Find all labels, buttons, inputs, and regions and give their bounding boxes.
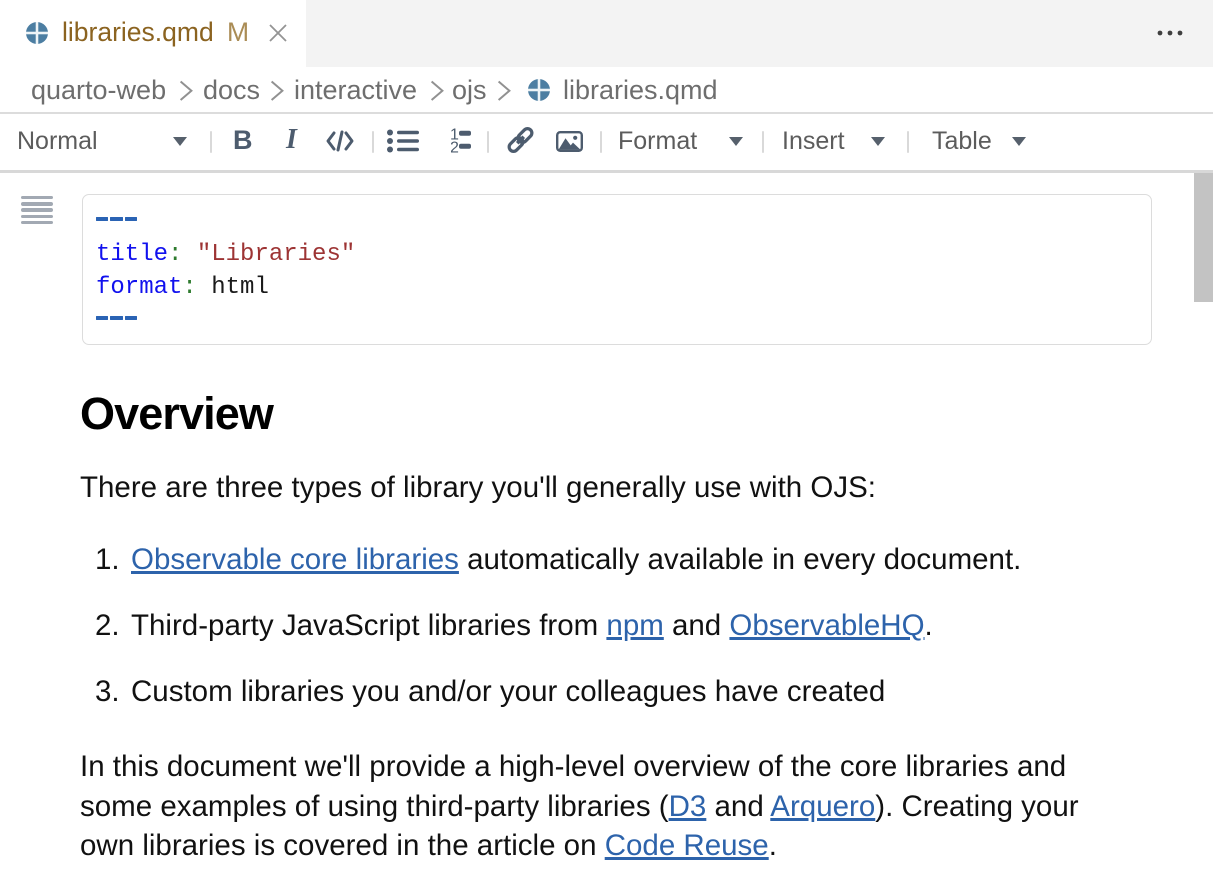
svg-text:2: 2 xyxy=(451,140,459,156)
